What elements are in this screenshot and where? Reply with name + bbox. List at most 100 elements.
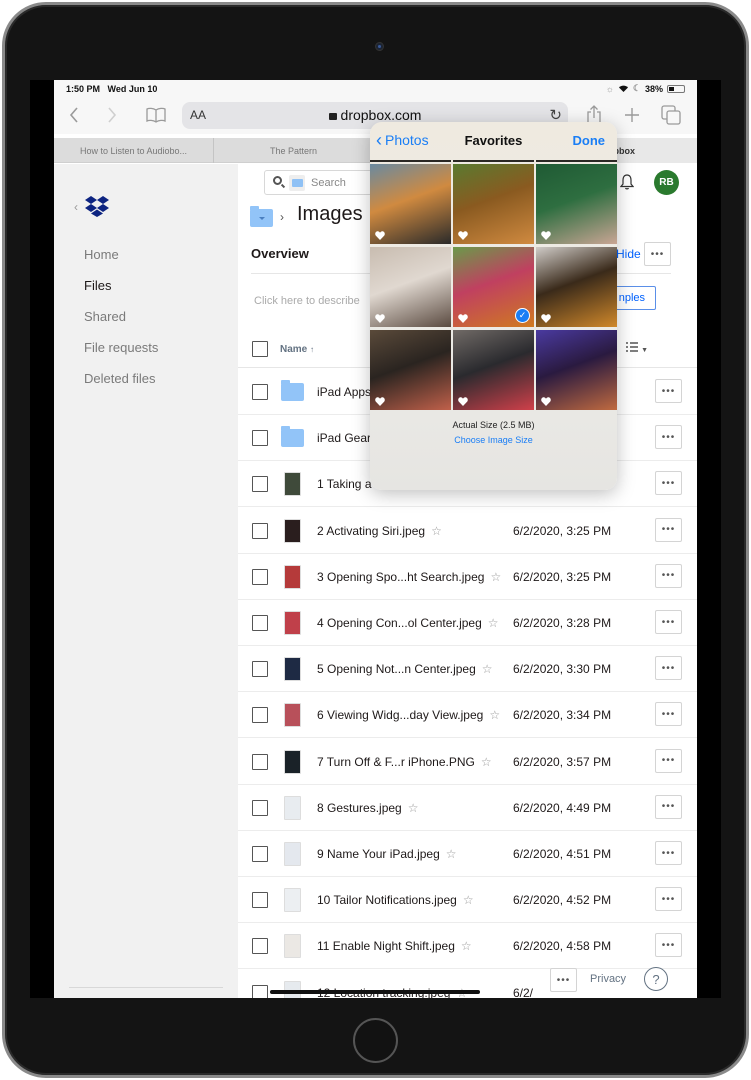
row-more-button[interactable]: ••• [655, 748, 682, 773]
search-input[interactable]: Search [264, 170, 384, 195]
row-checkbox[interactable] [252, 938, 268, 955]
file-name[interactable]: 10 Tailor Notifications.jpeg ☆ [317, 893, 474, 907]
row-checkbox[interactable] [252, 430, 268, 447]
collapse-sidebar-chevron-icon[interactable]: ‹ [74, 200, 78, 214]
star-icon[interactable]: ☆ [431, 524, 442, 538]
star-icon[interactable]: ☆ [490, 570, 501, 584]
file-row[interactable]: 8 Gestures.jpeg ☆ 6/2/2020, 4:49 PM ••• [238, 785, 697, 831]
photo-thumbnail[interactable] [536, 164, 617, 244]
bookmarks-book-icon[interactable] [144, 104, 168, 126]
file-name[interactable]: 8 Gestures.jpeg ☆ [317, 801, 418, 815]
photo-thumbnail-partial[interactable] [370, 160, 451, 162]
forward-chevron-icon[interactable] [104, 104, 120, 126]
notifications-bell-icon[interactable] [620, 174, 634, 190]
list-view-toggle[interactable]: ▼ [626, 342, 648, 355]
star-icon[interactable]: ☆ [408, 801, 419, 815]
row-checkbox[interactable] [252, 846, 268, 862]
file-name[interactable]: 2 Activating Siri.jpeg ☆ [317, 524, 442, 538]
row-checkbox[interactable] [252, 476, 268, 493]
tabs-overview-icon[interactable] [660, 104, 682, 126]
photo-thumbnail[interactable] [536, 330, 617, 410]
row-checkbox[interactable] [252, 661, 268, 678]
row-more-button[interactable]: ••• [655, 517, 682, 542]
file-name[interactable]: 1 Taking a [317, 477, 372, 491]
row-more-button[interactable]: ••• [655, 610, 682, 634]
file-name[interactable]: iPad Apps [317, 385, 371, 399]
file-name[interactable]: iPad Gear [317, 431, 371, 445]
file-name[interactable]: 5 Opening Not...n Center.jpeg ☆ [317, 662, 493, 676]
row-checkbox[interactable] [252, 984, 268, 998]
sidebar-item-files[interactable]: Files [84, 278, 111, 293]
star-icon[interactable]: ☆ [481, 755, 492, 769]
star-icon[interactable]: ☆ [446, 847, 457, 861]
row-checkbox[interactable] [252, 892, 268, 909]
privacy-link[interactable]: Privacy [590, 973, 626, 985]
star-icon[interactable]: ☆ [461, 939, 472, 953]
row-checkbox[interactable] [252, 753, 268, 770]
star-icon[interactable]: ☆ [489, 708, 500, 722]
dropbox-logo-icon[interactable] [84, 195, 110, 217]
sidebar-item-deleted-files[interactable]: Deleted files [84, 371, 156, 386]
row-more-button[interactable]: ••• [655, 887, 682, 912]
photo-thumbnail[interactable] [536, 247, 617, 327]
url-display[interactable]: dropbox.com [182, 107, 568, 123]
row-more-button[interactable]: ••• [655, 794, 682, 819]
star-icon[interactable]: ☆ [488, 616, 499, 630]
row-more-button[interactable]: ••• [655, 933, 682, 958]
search-scope-folder-icon[interactable] [289, 175, 305, 191]
photo-thumbnail[interactable] [370, 330, 451, 410]
footer-more-button[interactable]: ••• [550, 968, 577, 992]
photo-thumbnail[interactable] [370, 164, 451, 244]
row-checkbox[interactable] [252, 799, 268, 816]
file-row[interactable]: 3 Opening Spo...ht Search.jpeg ☆ 6/2/2020,… [238, 554, 697, 600]
file-name[interactable]: 11 Enable Night Shift.jpeg ☆ [317, 939, 472, 953]
file-row[interactable]: 10 Tailor Notifications.jpeg ☆ 6/2/2020, 4… [238, 877, 697, 924]
row-more-button[interactable]: ••• [655, 563, 682, 588]
help-button[interactable]: ? [644, 967, 668, 991]
row-checkbox[interactable] [252, 568, 268, 585]
browser-tab[interactable]: The Pattern [214, 138, 374, 163]
new-tab-plus-icon[interactable] [622, 104, 642, 126]
photo-thumbnail[interactable]: ✓ [453, 247, 534, 327]
breadcrumb-folder-icon[interactable] [250, 206, 273, 227]
back-chevron-icon[interactable] [66, 104, 82, 126]
row-checkbox[interactable] [252, 615, 268, 631]
photo-thumbnail[interactable] [453, 330, 534, 410]
file-name[interactable]: 9 Name Your iPad.jpeg ☆ [317, 847, 457, 861]
row-more-button[interactable]: ••• [655, 702, 682, 727]
row-more-button[interactable]: ••• [655, 471, 682, 496]
row-checkbox[interactable] [252, 384, 268, 400]
star-icon[interactable]: ☆ [482, 662, 493, 676]
row-more-button[interactable]: ••• [655, 425, 682, 450]
sidebar-item-shared[interactable]: Shared [84, 309, 126, 324]
done-button[interactable]: Done [573, 133, 606, 148]
file-row[interactable]: 7 Turn Off & F...r iPhone.PNG ☆ 6/2/2020, … [238, 739, 697, 785]
file-row[interactable]: 9 Name Your iPad.jpeg ☆ 6/2/2020, 4:51 PM •… [238, 831, 697, 877]
browser-tab[interactable]: How to Listen to Audiobo... [54, 138, 214, 163]
file-row[interactable]: 11 Enable Night Shift.jpeg ☆ 6/2/2020, 4:5… [238, 923, 697, 970]
folder-description-input[interactable]: Click here to describe [254, 295, 360, 307]
row-more-button[interactable]: ••• [655, 656, 682, 681]
home-indicator[interactable] [270, 990, 480, 994]
file-row[interactable]: 6 Viewing Widg...day View.jpeg ☆ 6/2/2020,… [238, 692, 697, 739]
photo-thumbnail-partial[interactable] [453, 160, 534, 162]
name-column-header[interactable]: Name ↑ [280, 344, 314, 355]
overview-more-button[interactable]: ••• [644, 242, 671, 266]
choose-image-size-link[interactable]: Choose Image Size [370, 435, 617, 445]
file-row[interactable]: 2 Activating Siri.jpeg ☆ 6/2/2020, 3:25 PM… [238, 508, 697, 554]
photo-thumbnail[interactable] [370, 247, 451, 327]
row-more-button[interactable]: ••• [655, 841, 682, 865]
file-name[interactable]: 7 Turn Off & F...r iPhone.PNG ☆ [317, 755, 492, 769]
hide-overview-link[interactable]: Hide [616, 247, 641, 261]
file-name[interactable]: 3 Opening Spo...ht Search.jpeg ☆ [317, 570, 501, 584]
star-icon[interactable]: ☆ [463, 893, 474, 907]
avatar[interactable]: RB [654, 170, 679, 195]
photo-thumbnail[interactable] [453, 164, 534, 244]
row-checkbox[interactable] [252, 707, 268, 724]
file-row[interactable]: 5 Opening Not...n Center.jpeg ☆ 6/2/2020, … [238, 646, 697, 693]
sidebar-item-file-requests[interactable]: File requests [84, 340, 158, 355]
sidebar-item-home[interactable]: Home [84, 247, 119, 262]
row-checkbox[interactable] [252, 522, 268, 539]
file-name[interactable]: 4 Opening Con...ol Center.jpeg ☆ [317, 616, 499, 630]
select-all-checkbox[interactable] [252, 341, 268, 357]
